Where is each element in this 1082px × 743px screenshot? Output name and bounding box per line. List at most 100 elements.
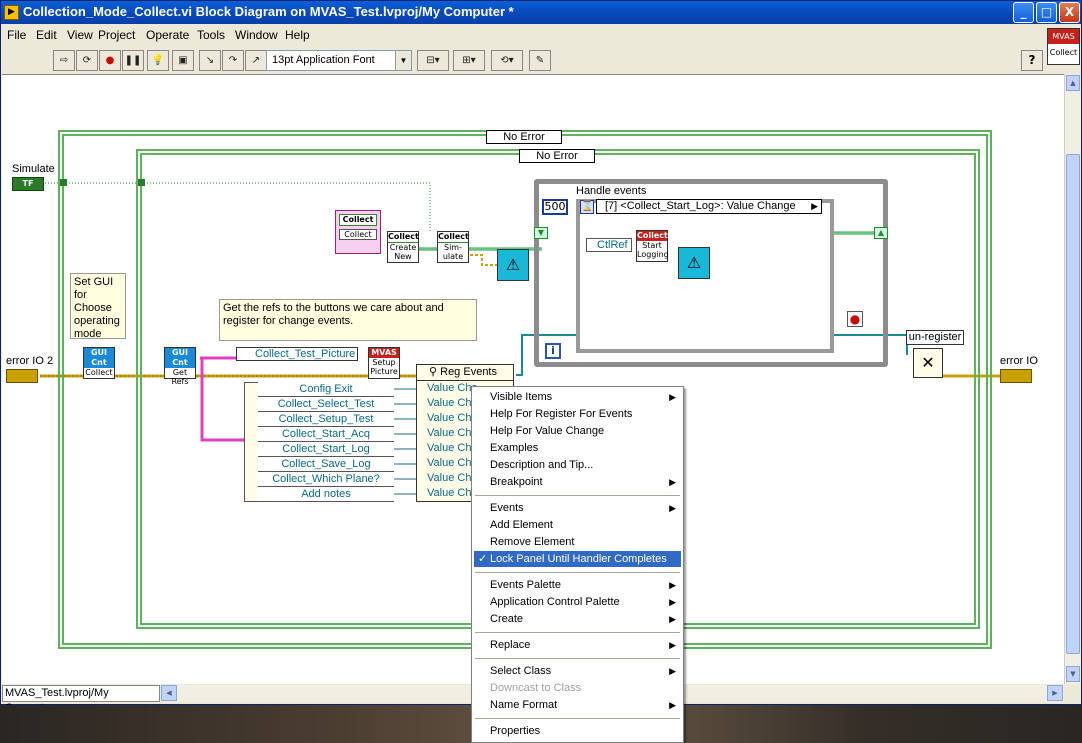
context-menu-item-lock-panel-until-handler-completes[interactable]: ✓ Lock Panel Until Handler Completes <box>474 551 681 567</box>
event-case-selector[interactable]: [7] <Collect_Start_Log>: Value Change ▶ <box>596 199 822 214</box>
collect-test-picture-ref[interactable]: Collect_Test_Picture <box>236 347 358 361</box>
menu-separator <box>475 495 680 496</box>
context-menu-item-visible-items[interactable]: Visible Items ▶ <box>474 389 681 405</box>
simulate-terminal[interactable]: TF <box>12 177 44 191</box>
context-menu-item-help-for-value-change[interactable]: Help For Value Change <box>474 423 681 439</box>
collect-class-constant[interactable]: Collect Collect <box>335 210 381 254</box>
project-path[interactable]: MVAS_Test.lvproj/My Computer <box>2 685 160 714</box>
context-menu-item-remove-element[interactable]: Remove Element <box>474 534 681 550</box>
reorder-icon[interactable]: ⟲▾ <box>491 50 523 71</box>
vertical-scroll-thumb[interactable] <box>1066 154 1080 654</box>
align-objects-icon[interactable]: ⊟▾ <box>417 50 449 71</box>
vertical-scrollbar[interactable]: ▲ ▼ <box>1064 74 1081 684</box>
error-out-terminal[interactable] <box>1000 369 1032 383</box>
control-ref-item[interactable]: Collect_Select_Test <box>258 397 394 412</box>
context-help-icon[interactable]: ? <box>1021 50 1043 71</box>
menu-separator <box>475 572 680 573</box>
context-menu-item-help-for-register-for-events[interactable]: Help For Register For Events <box>474 406 681 422</box>
context-menu-item-examples[interactable]: Examples <box>474 440 681 456</box>
menu-separator <box>475 718 680 719</box>
vi-icon[interactable]: MVAS Collect <box>1047 28 1080 65</box>
stop-terminal-icon[interactable]: ● <box>847 311 863 327</box>
control-ref-item[interactable]: Collect_Which Plane? <box>258 472 394 487</box>
subvi-header: GUI Cnt <box>84 348 114 368</box>
control-ref-item[interactable]: Add notes <box>258 487 394 502</box>
context-menu-item-description-and-tip[interactable]: Description and Tip... <box>474 457 681 473</box>
menu-tools[interactable]: Tools <box>197 28 225 42</box>
context-menu-item-application-control-palette[interactable]: Application Control Palette ▶ <box>474 594 681 610</box>
menu-bar: File Edit View Project Operate Tools Window Hel… <box>1 24 1046 46</box>
context-menu-item-breakpoint[interactable]: Breakpoint ▶ <box>474 474 681 490</box>
menu-window[interactable]: Window <box>235 28 278 42</box>
context-menu-label: Name Format <box>490 699 558 711</box>
control-ref-item[interactable]: Collect_Start_Log <box>258 442 394 457</box>
menu-file[interactable]: File <box>7 28 26 42</box>
error-handler-icon[interactable]: ⚠ <box>678 247 710 279</box>
context-menu-item-events-palette[interactable]: Events Palette ▶ <box>474 577 681 593</box>
step-into-icon[interactable]: ↘ <box>199 50 221 71</box>
title-bar[interactable]: ▶ Collection_Mode_Collect.vi Block Diagr… <box>1 1 1081 24</box>
collect-simulate-subvi[interactable]: Collect Sim-ulate <box>437 231 469 263</box>
context-menu-item-create[interactable]: Create ▶ <box>474 611 681 627</box>
context-menu-item-properties[interactable]: Properties <box>474 723 681 739</box>
scroll-right-icon[interactable]: ▶ <box>1047 685 1063 701</box>
outer-case-selector[interactable]: No Error <box>486 130 562 144</box>
gui-cntl-collect-subvi[interactable]: GUI Cnt Collect <box>83 347 115 379</box>
reg-events-icon: ⚲ <box>429 366 441 378</box>
context-menu-item-events[interactable]: Events ▶ <box>474 500 681 516</box>
close-button[interactable]: X <box>1059 2 1080 23</box>
collect-create-new-subvi[interactable]: Collect Create New <box>387 231 419 263</box>
control-ref-item[interactable]: Config Exit <box>258 382 394 397</box>
gui-cntl-get-refs-subvi[interactable]: GUI Cnt Get Refs <box>164 347 196 386</box>
error-in-terminal[interactable] <box>6 369 38 383</box>
context-menu-item-replace[interactable]: Replace ▶ <box>474 637 681 653</box>
menu-view[interactable]: View <box>67 28 93 42</box>
font-dropdown[interactable]: 13pt Application Font ▼ <box>266 50 412 71</box>
menu-edit[interactable]: Edit <box>36 28 57 42</box>
minimize-button[interactable]: _ <box>1013 2 1034 23</box>
run-arrow-icon[interactable]: ⇨ <box>53 50 75 71</box>
context-menu-label: Description and Tip... <box>490 459 594 471</box>
event-case-label: [7] <Collect_Start_Log>: Value Change <box>605 200 796 212</box>
context-menu-item-name-format[interactable]: Name Format ▶ <box>474 697 681 713</box>
ctlref-event-data[interactable]: CtlRef <box>586 238 632 252</box>
chevron-down-icon: ▼ <box>395 51 411 70</box>
step-over-icon[interactable]: ↷ <box>222 50 244 71</box>
control-ref-item[interactable]: Collect_Start_Acq <box>258 427 394 442</box>
pause-icon[interactable]: ❚❚ <box>122 50 144 71</box>
comment-set-gui[interactable]: Set GUI for Choose operating mode <box>70 273 126 340</box>
menu-project[interactable]: Project <box>98 28 135 42</box>
context-menu-item-select-class[interactable]: Select Class ▶ <box>474 663 681 679</box>
unregister-events-node[interactable]: ✕ <box>913 348 943 378</box>
highlight-execution-icon[interactable]: 💡 <box>147 50 169 71</box>
context-menu-label: Remove Element <box>490 536 575 548</box>
run-continuously-icon[interactable]: ⟳ <box>76 50 98 71</box>
timeout-constant[interactable]: 500 <box>542 199 568 215</box>
abort-icon[interactable]: ● <box>99 50 121 71</box>
menu-operate[interactable]: Operate <box>146 28 189 42</box>
context-menu-label: Create <box>490 613 524 625</box>
context-menu-label: Visible Items <box>490 391 553 403</box>
context-menu-label: Events Palette <box>490 579 561 591</box>
subvi-header: Collect <box>388 232 419 243</box>
mvas-setup-picture-subvi[interactable]: MVAS Setup Picture <box>368 347 400 379</box>
context-menu-item-add-element[interactable]: Add Element <box>474 517 681 533</box>
clean-up-diagram-icon[interactable]: ✎ <box>529 50 551 71</box>
control-ref-item[interactable]: Collect_Save_Log <box>258 457 394 472</box>
checkmark-icon: ✓ <box>478 553 488 565</box>
retain-wire-values-icon[interactable]: ▣ <box>172 50 194 71</box>
menu-help[interactable]: Help <box>285 28 310 42</box>
control-ref-item[interactable]: Collect_Setup_Test <box>258 412 394 427</box>
scroll-left-icon[interactable]: ◀ <box>161 685 177 701</box>
scroll-up-icon[interactable]: ▲ <box>1066 75 1080 91</box>
collect-start-logging-subvi[interactable]: Collect Start Logging <box>636 230 669 262</box>
context-menu-item-downcast-to-class: Downcast to Class <box>474 680 681 696</box>
maximize-button[interactable]: □ <box>1036 2 1057 23</box>
step-out-icon[interactable]: ↗ <box>245 50 267 71</box>
scroll-down-icon[interactable]: ▼ <box>1066 666 1080 682</box>
inner-case-selector[interactable]: No Error <box>519 149 595 163</box>
error-handler-icon[interactable]: ⚠ <box>497 249 529 281</box>
comment-get-refs[interactable]: Get the refs to the buttons we care abou… <box>219 299 477 341</box>
distribute-objects-icon[interactable]: ⊞▾ <box>453 50 485 71</box>
menu-separator <box>475 632 680 633</box>
